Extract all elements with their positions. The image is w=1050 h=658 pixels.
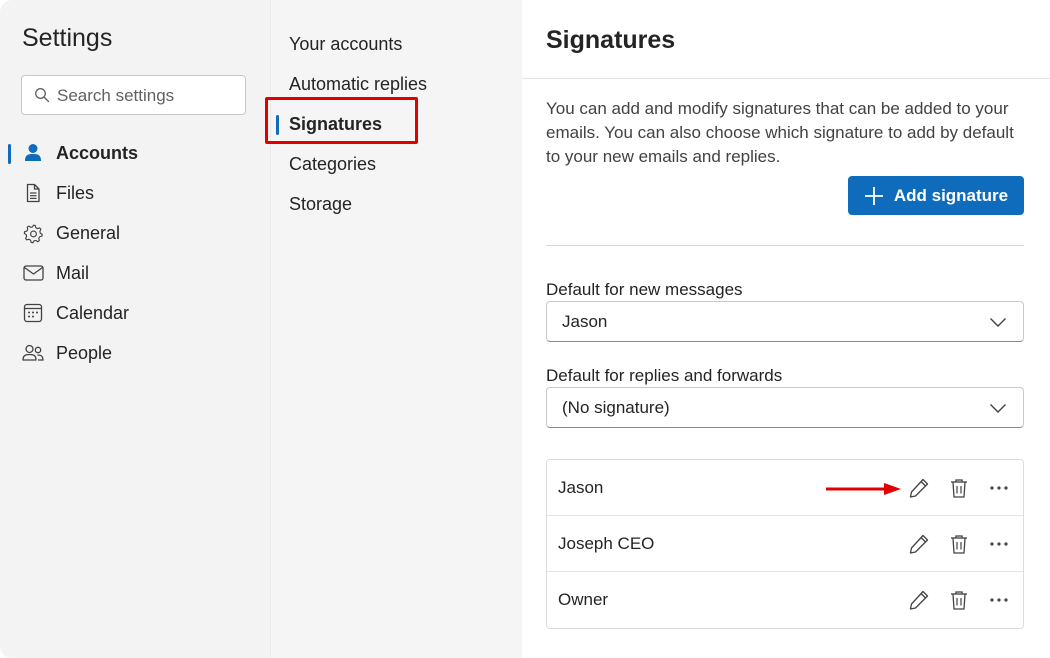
add-signature-label: Add signature [893, 185, 1009, 205]
settings-window: Settings Accounts [0, 0, 1050, 658]
header-divider [522, 78, 1050, 79]
subnav-item-your-accounts[interactable]: Your accounts [271, 24, 523, 64]
edit-signature-button[interactable] [907, 588, 931, 612]
sidebar-item-label: Mail [56, 262, 90, 283]
signature-row: Jason [547, 460, 1023, 516]
search-box[interactable] [21, 75, 246, 115]
people-icon [22, 342, 44, 364]
settings-sidebar: Settings Accounts [0, 0, 270, 658]
settings-nav: Accounts Files General Mail Calendar Peo… [0, 133, 270, 373]
sidebar-item-label: General [56, 222, 121, 243]
signature-name: Jason [558, 477, 604, 497]
subnav-item-categories[interactable]: Categories [271, 144, 523, 184]
delete-signature-button[interactable] [947, 588, 971, 612]
default-replies-select[interactable]: (No signature) [546, 387, 1024, 428]
delete-signature-button[interactable] [947, 476, 971, 500]
signature-actions [891, 532, 1011, 556]
trash-icon [951, 591, 967, 610]
more-icon [990, 598, 1008, 602]
signature-row: Owner [547, 572, 1023, 628]
sidebar-item-label: Calendar [56, 302, 130, 323]
pencil-icon [909, 534, 929, 554]
signature-row: Joseph CEO [547, 516, 1023, 572]
search-icon [35, 88, 50, 103]
more-options-button[interactable] [987, 476, 1011, 500]
sidebar-item-general[interactable]: General [0, 213, 270, 253]
signature-name: Joseph CEO [558, 533, 655, 553]
default-new-label: Default for new messages [546, 280, 743, 299]
sidebar-item-people[interactable]: People [0, 333, 270, 373]
person-icon [22, 142, 44, 164]
subnav-item-signatures[interactable]: Signatures [271, 104, 523, 144]
sidebar-item-label: Accounts [56, 142, 139, 163]
page-title: Signatures [546, 26, 676, 54]
section-divider [546, 245, 1024, 246]
signatures-description: You can add and modify signatures that c… [546, 99, 1014, 166]
calendar-icon [22, 302, 44, 324]
subnav-list: Your accounts Automatic replies Signatur… [265, 24, 523, 224]
file-icon [22, 182, 44, 204]
signature-list: Jason Joseph CEO Owner [546, 459, 1024, 629]
signature-actions [891, 588, 1011, 612]
sidebar-item-label: People [56, 342, 113, 363]
edit-signature-button[interactable] [907, 532, 931, 556]
subnav-item-storage[interactable]: Storage [271, 184, 523, 224]
signature-actions [891, 476, 1011, 500]
pencil-icon [909, 478, 929, 498]
trash-icon [951, 535, 967, 554]
plus-icon [864, 186, 883, 205]
sidebar-item-mail[interactable]: Mail [0, 253, 270, 293]
settings-title: Settings [22, 24, 113, 52]
signatures-panel: Signatures You can add and modify signat… [522, 0, 1050, 658]
sidebar-item-label: Files [56, 182, 95, 203]
subnav-item-automatic-replies[interactable]: Automatic replies [271, 64, 523, 104]
chevron-down-icon [990, 404, 1006, 413]
signature-name: Owner [558, 590, 609, 609]
trash-icon [951, 479, 967, 498]
chevron-down-icon [990, 318, 1006, 327]
sidebar-item-calendar[interactable]: Calendar [0, 293, 270, 333]
mail-icon [22, 262, 44, 284]
more-options-button[interactable] [987, 532, 1011, 556]
add-signature-button[interactable]: Add signature [848, 176, 1024, 215]
more-options-button[interactable] [987, 588, 1011, 612]
edit-signature-button[interactable] [907, 476, 931, 500]
default-new-select[interactable]: Jason [546, 301, 1024, 342]
more-icon [990, 542, 1008, 546]
default-replies-label: Default for replies and forwards [546, 366, 783, 385]
delete-signature-button[interactable] [947, 532, 971, 556]
default-new-value: Jason [562, 311, 608, 331]
gear-icon [22, 222, 44, 244]
pencil-icon [909, 590, 929, 610]
sidebar-item-accounts[interactable]: Accounts [0, 133, 270, 173]
more-icon [990, 486, 1008, 490]
sidebar-item-files[interactable]: Files [0, 173, 270, 213]
accounts-subnav: Your accounts Automatic replies Signatur… [265, 0, 523, 658]
search-input[interactable] [57, 84, 237, 108]
default-replies-value: (No signature) [562, 397, 670, 417]
